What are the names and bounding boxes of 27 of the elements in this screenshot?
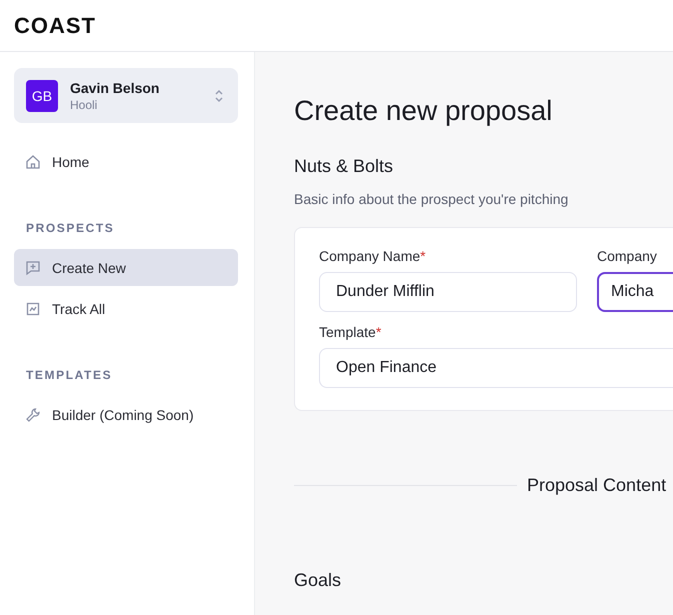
- section-subtitle: Basic info about the prospect you're pitching: [294, 191, 570, 207]
- input-field[interactable]: Micha: [597, 272, 673, 312]
- nav-heading: PROSPECTS: [26, 221, 116, 235]
- account-switcher[interactable]: GB Gavin Belson Hooli: [14, 68, 238, 123]
- nav-item[interactable]: Track All: [14, 290, 238, 327]
- wrench-icon: [25, 406, 41, 422]
- avatar: GB: [26, 80, 58, 112]
- account-org: Hooli: [70, 98, 98, 112]
- field-label: Template*: [319, 324, 382, 340]
- page-title: Create new proposal: [294, 94, 554, 128]
- nav-item[interactable]: Home: [14, 143, 238, 180]
- field-label: Company Name*: [319, 248, 427, 264]
- input-field[interactable]: Open Finance: [319, 348, 673, 388]
- chevron-updown-icon: [214, 88, 224, 104]
- nav-item[interactable]: Builder (Coming Soon): [14, 396, 238, 433]
- nav-heading: TEMPLATES: [26, 368, 114, 382]
- field-label: Company: [597, 248, 658, 264]
- home-icon: [25, 154, 41, 170]
- section-title: Goals: [294, 570, 342, 591]
- chart-icon: [25, 300, 41, 316]
- account-name: Gavin Belson: [70, 80, 160, 96]
- nav-item[interactable]: Create New: [14, 249, 238, 286]
- divider-label: Proposal Content: [527, 475, 666, 496]
- chat-plus-icon: [25, 260, 41, 276]
- section-title: Nuts & Bolts: [294, 156, 394, 177]
- logo: COAST: [14, 12, 96, 38]
- input-field[interactable]: Dunder Mifflin: [319, 272, 577, 312]
